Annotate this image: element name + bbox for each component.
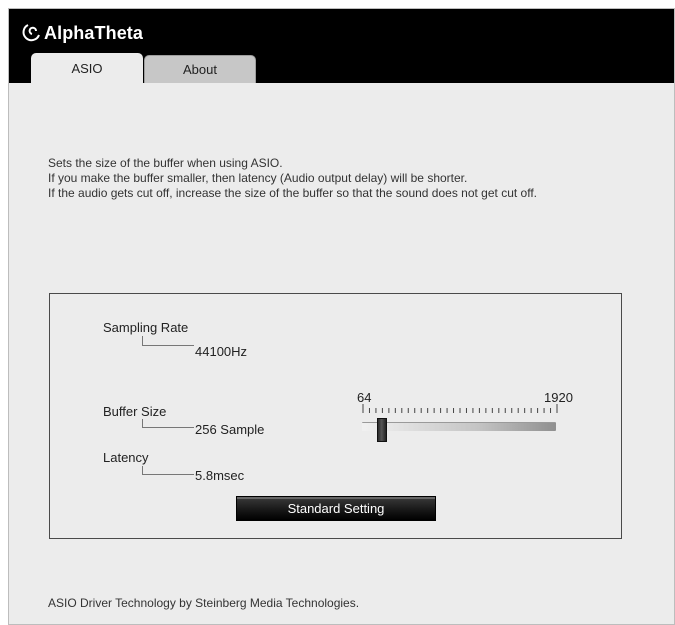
buffer-size-slider-thumb[interactable] bbox=[377, 418, 387, 442]
latency-label: Latency bbox=[103, 450, 149, 465]
latency-connector bbox=[142, 466, 194, 475]
footer-credit: ASIO Driver Technology by Steinberg Medi… bbox=[48, 596, 360, 610]
slider-max-label: 1920 bbox=[544, 390, 573, 405]
logo-text: AlphaTheta bbox=[44, 22, 144, 43]
asio-description: Sets the size of the buffer when using A… bbox=[48, 156, 537, 201]
sampling-rate-value: 44100Hz bbox=[195, 344, 248, 359]
settings-window: AlphaTheta ASIO About Sets the size of t… bbox=[8, 8, 675, 625]
title-bar: AlphaTheta ASIO About bbox=[9, 9, 674, 84]
description-line-1: Sets the size of the buffer when using A… bbox=[48, 156, 283, 170]
alphatheta-logo-icon bbox=[22, 24, 40, 42]
latency-value: 5.8msec bbox=[195, 468, 245, 483]
slider-min-label: 64 bbox=[357, 390, 372, 405]
buffer-size-value: 256 Sample bbox=[195, 422, 265, 437]
sampling-rate-label: Sampling Rate bbox=[103, 320, 189, 335]
description-line-2: If you make the buffer smaller, then lat… bbox=[48, 171, 468, 185]
sampling-rate-connector bbox=[142, 336, 194, 346]
standard-setting-button[interactable]: Standard Setting bbox=[236, 496, 436, 521]
tab-asio[interactable]: ASIO bbox=[31, 53, 143, 84]
buffer-size-connector bbox=[142, 419, 194, 428]
buffer-size-label: Buffer Size bbox=[103, 404, 167, 419]
alphatheta-logo: AlphaTheta bbox=[20, 22, 143, 44]
description-line-3: If the audio gets cut off, increase the … bbox=[48, 186, 537, 200]
buffer-size-slider-track[interactable] bbox=[362, 422, 556, 431]
slider-tick-marks bbox=[362, 404, 558, 413]
buffer-settings-panel: Sampling Rate 44100Hz Buffer Size 256 Sa… bbox=[49, 293, 622, 539]
tab-about[interactable]: About bbox=[144, 55, 256, 83]
